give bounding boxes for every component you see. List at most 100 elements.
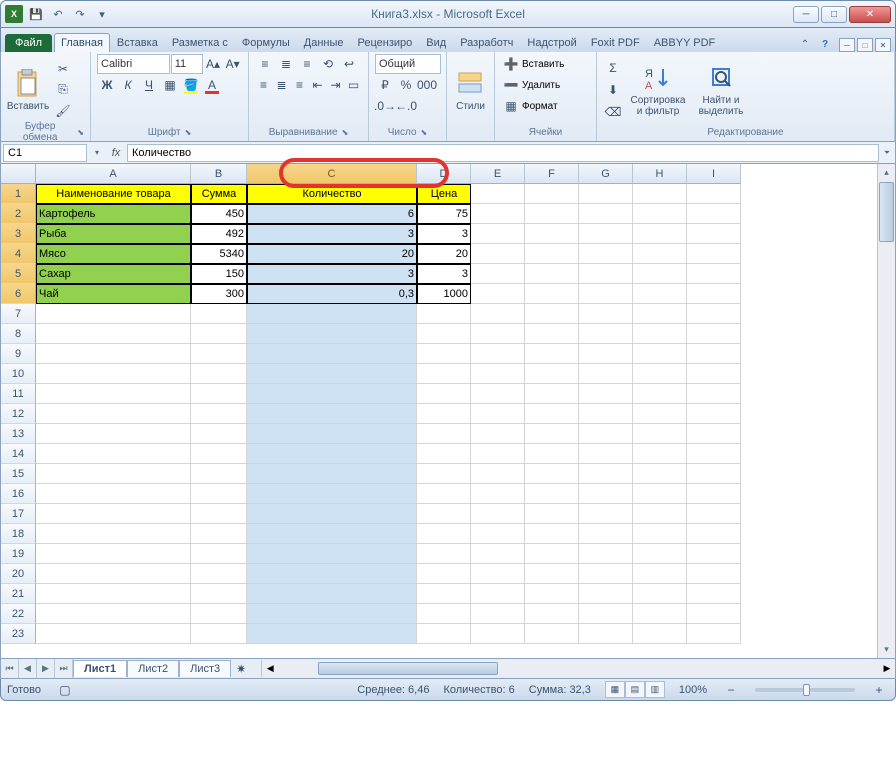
cell-I13[interactable] xyxy=(687,424,741,444)
cell-A11[interactable] xyxy=(36,384,191,404)
cell-C12[interactable] xyxy=(247,404,417,424)
ribbon-tab-2[interactable]: Разметка с xyxy=(165,33,235,52)
cell-G16[interactable] xyxy=(579,484,633,504)
cell-E18[interactable] xyxy=(471,524,525,544)
row-header-2[interactable]: 2 xyxy=(1,204,36,224)
cell-G22[interactable] xyxy=(579,604,633,624)
cell-I19[interactable] xyxy=(687,544,741,564)
cell-H2[interactable] xyxy=(633,204,687,224)
cell-C16[interactable] xyxy=(247,484,417,504)
cell-D6[interactable]: 1000 xyxy=(417,284,471,304)
cell-A16[interactable] xyxy=(36,484,191,504)
cell-G10[interactable] xyxy=(579,364,633,384)
format-painter-icon[interactable]: 🖌 xyxy=(53,101,73,121)
doc-minimize-button[interactable]: ─ xyxy=(839,38,855,52)
cell-D4[interactable]: 20 xyxy=(417,244,471,264)
cell-I5[interactable] xyxy=(687,264,741,284)
sheet-nav-first-icon[interactable]: ⏮ xyxy=(1,659,19,678)
font-name-combo[interactable]: Calibri xyxy=(97,54,170,74)
cell-H4[interactable] xyxy=(633,244,687,264)
sheet-tab-1[interactable]: Лист2 xyxy=(127,660,179,677)
cell-I9[interactable] xyxy=(687,344,741,364)
zoom-level[interactable]: 100% xyxy=(679,684,707,696)
format-cells-button[interactable]: ▦Формат xyxy=(501,96,590,116)
cell-E15[interactable] xyxy=(471,464,525,484)
row-header-4[interactable]: 4 xyxy=(1,244,36,264)
cell-H18[interactable] xyxy=(633,524,687,544)
cell-F21[interactable] xyxy=(525,584,579,604)
cell-H11[interactable] xyxy=(633,384,687,404)
align-top-icon[interactable]: ≡ xyxy=(255,54,275,74)
paste-button[interactable]: Вставить xyxy=(7,68,49,112)
cell-I4[interactable] xyxy=(687,244,741,264)
formula-expand-icon[interactable]: ⏷ xyxy=(879,148,895,158)
cell-F20[interactable] xyxy=(525,564,579,584)
cell-G7[interactable] xyxy=(579,304,633,324)
cell-A21[interactable] xyxy=(36,584,191,604)
maximize-button[interactable]: □ xyxy=(821,6,847,23)
cell-I21[interactable] xyxy=(687,584,741,604)
row-header-9[interactable]: 9 xyxy=(1,344,36,364)
cell-H22[interactable] xyxy=(633,604,687,624)
cell-D17[interactable] xyxy=(417,504,471,524)
cell-D2[interactable]: 75 xyxy=(417,204,471,224)
cell-A7[interactable] xyxy=(36,304,191,324)
cell-F3[interactable] xyxy=(525,224,579,244)
cell-I18[interactable] xyxy=(687,524,741,544)
cell-C15[interactable] xyxy=(247,464,417,484)
zoom-out-icon[interactable]: − xyxy=(721,680,741,700)
cell-C20[interactable] xyxy=(247,564,417,584)
row-header-11[interactable]: 11 xyxy=(1,384,36,404)
font-color-icon[interactable]: A xyxy=(202,75,222,95)
minimize-button[interactable]: ─ xyxy=(793,6,819,23)
cell-H19[interactable] xyxy=(633,544,687,564)
align-dialog-icon[interactable]: ⬊ xyxy=(342,128,349,137)
cell-G23[interactable] xyxy=(579,624,633,644)
cell-A6[interactable]: Чай xyxy=(36,284,191,304)
cell-B19[interactable] xyxy=(191,544,247,564)
currency-icon[interactable]: ₽ xyxy=(375,75,395,95)
decrease-font-icon[interactable]: A▾ xyxy=(223,54,242,74)
ribbon-tab-0[interactable]: Главная xyxy=(54,33,110,52)
scroll-right-icon[interactable]: ▶ xyxy=(879,663,895,674)
cell-H7[interactable] xyxy=(633,304,687,324)
cell-D5[interactable]: 3 xyxy=(417,264,471,284)
cell-H12[interactable] xyxy=(633,404,687,424)
row-header-10[interactable]: 10 xyxy=(1,364,36,384)
row-header-8[interactable]: 8 xyxy=(1,324,36,344)
namebox-dropdown-icon[interactable]: ▾ xyxy=(89,148,105,157)
cell-A5[interactable]: Сахар xyxy=(36,264,191,284)
row-header-1[interactable]: 1 xyxy=(1,184,36,204)
percent-icon[interactable]: % xyxy=(396,75,416,95)
cell-G6[interactable] xyxy=(579,284,633,304)
autosum-icon[interactable]: Σ xyxy=(603,58,623,78)
cell-C3[interactable]: 3 xyxy=(247,224,417,244)
cell-D21[interactable] xyxy=(417,584,471,604)
cell-F11[interactable] xyxy=(525,384,579,404)
number-dialog-icon[interactable]: ⬊ xyxy=(421,128,428,137)
align-right-icon[interactable]: ≡ xyxy=(291,75,308,95)
cell-H6[interactable] xyxy=(633,284,687,304)
increase-font-icon[interactable]: A▴ xyxy=(204,54,223,74)
cell-H15[interactable] xyxy=(633,464,687,484)
cell-G2[interactable] xyxy=(579,204,633,224)
ribbon-tab-10[interactable]: ABBYY PDF xyxy=(647,33,723,52)
cell-B17[interactable] xyxy=(191,504,247,524)
cell-A22[interactable] xyxy=(36,604,191,624)
qat-redo-icon[interactable]: ↷ xyxy=(71,5,89,23)
cell-I17[interactable] xyxy=(687,504,741,524)
align-left-icon[interactable]: ≡ xyxy=(255,75,272,95)
cell-I6[interactable] xyxy=(687,284,741,304)
cell-A8[interactable] xyxy=(36,324,191,344)
orientation-icon[interactable]: ⟲ xyxy=(318,54,338,74)
row-header-22[interactable]: 22 xyxy=(1,604,36,624)
row-header-13[interactable]: 13 xyxy=(1,424,36,444)
cell-E23[interactable] xyxy=(471,624,525,644)
sheet-nav-last-icon[interactable]: ⏭ xyxy=(55,659,73,678)
cell-G1[interactable] xyxy=(579,184,633,204)
cell-C23[interactable] xyxy=(247,624,417,644)
cell-D11[interactable] xyxy=(417,384,471,404)
cell-C21[interactable] xyxy=(247,584,417,604)
cell-E6[interactable] xyxy=(471,284,525,304)
qat-customize-icon[interactable]: ▾ xyxy=(93,5,111,23)
